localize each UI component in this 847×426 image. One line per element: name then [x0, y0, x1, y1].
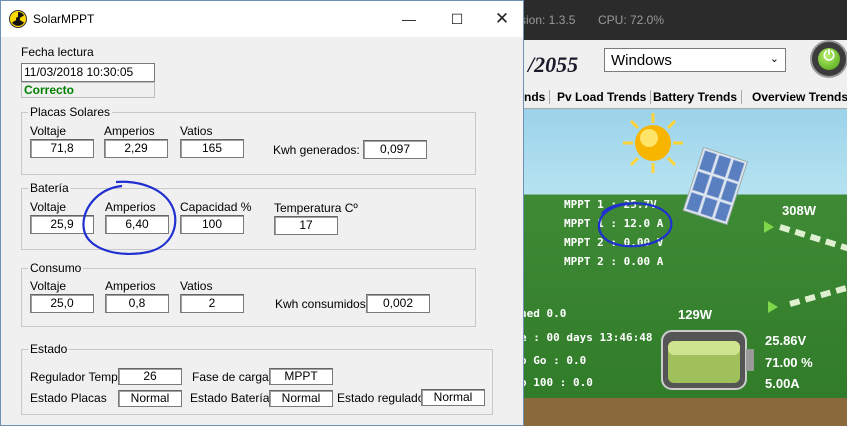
background-app-window: sion: 1.3.5 CPU: 72.0% /2055 Windows ⌄ ⏻…	[520, 0, 847, 426]
bateria-amperios-label: Amperios	[105, 200, 156, 214]
solar-panel-icon	[682, 147, 749, 226]
regulador-temp-field[interactable]: 26	[118, 368, 182, 385]
mppt2-current: MPPT 2 : 0.00 A	[564, 255, 664, 268]
placas-voltaje-label: Voltaje	[30, 124, 67, 138]
pv-power-label: 308W	[782, 203, 816, 218]
battery-power-label: 129W	[678, 307, 712, 322]
os-select-value: Windows	[611, 52, 672, 69]
app-logo-fragment: /2055	[528, 52, 579, 77]
estado-regulador-field[interactable]: Normal	[421, 389, 485, 406]
sun-icon	[623, 113, 683, 173]
kwh-generados-field[interactable]: 0,097	[363, 140, 427, 159]
scene-line-100: o 100 : 0.0	[520, 376, 593, 389]
consumo-amperios-label: Amperios	[105, 279, 156, 293]
tab-pv-load-trends[interactable]: Pv Load Trends	[553, 90, 652, 104]
solarmppt-window: SolarMPPT — ☐ ✕ Fecha lectura 11/03/2018…	[0, 0, 524, 426]
minimize-icon[interactable]: —	[399, 9, 419, 29]
kwh-generados-label: Kwh generados:	[273, 143, 360, 157]
status-field: Correcto	[21, 82, 155, 98]
placas-vatios-label: Vatios	[180, 124, 213, 138]
bateria-capacidad-label: Capacidad %	[180, 200, 252, 214]
ground-strip	[520, 398, 847, 426]
close-icon[interactable]: ✕	[492, 9, 512, 29]
bateria-temperatura-label: Temperatura Cº	[274, 201, 358, 215]
group-title: Consumo	[28, 261, 84, 275]
battery-percent-label: 71.00 %	[765, 355, 813, 370]
kwh-consumidos-label: Kwh consumidos:	[275, 297, 370, 311]
placas-amperios-field[interactable]: 2,29	[104, 139, 168, 158]
bateria-voltaje-field[interactable]: 25,9	[30, 215, 94, 234]
consumo-vatios-label: Vatios	[180, 279, 213, 293]
mppt1-voltage: MPPT 1 : 25.7V	[564, 198, 657, 211]
os-select-dropdown[interactable]: Windows ⌄	[604, 48, 786, 72]
kwh-consumidos-field[interactable]: 0,002	[366, 294, 430, 313]
fecha-lectura-label: Fecha lectura	[21, 45, 94, 59]
regulador-temp-label: Regulador Temp.	[30, 370, 122, 384]
fase-carga-field[interactable]: MPPT	[269, 368, 333, 385]
version-label: sion: 1.3.5	[520, 13, 576, 27]
placas-voltaje-field[interactable]: 71,8	[30, 139, 94, 158]
tab-overview-trends[interactable]: Overview Trends	[748, 90, 847, 104]
estado-bateria-label: Estado Batería	[190, 391, 270, 405]
background-status-bar: sion: 1.3.5 CPU: 72.0%	[520, 0, 847, 40]
title-bar: SolarMPPT — ☐ ✕	[1, 1, 523, 37]
bateria-capacidad-field[interactable]: 100	[180, 215, 244, 234]
placas-amperios-label: Amperios	[104, 124, 155, 138]
scene-line-1: ned 0.0	[520, 307, 567, 320]
fase-carga-label: Fase de carga:	[192, 370, 273, 384]
group-title: Placas Solares	[28, 105, 113, 119]
scene-line-uptime: e : 00 days 13:46:48	[520, 331, 653, 344]
chevron-down-icon: ⌄	[769, 53, 779, 65]
estado-placas-field[interactable]: Normal	[118, 390, 182, 407]
mppt2-voltage: MPPT 2 : 0.00 V	[564, 236, 664, 249]
power-flow-lines	[764, 221, 847, 313]
mppt1-current: MPPT 1 : 12.0 A	[564, 217, 664, 230]
radiation-icon	[9, 10, 27, 28]
estado-regulador-label: Estado regulador	[337, 391, 429, 405]
consumo-vatios-field[interactable]: 2	[180, 294, 244, 313]
bateria-temperatura-field[interactable]: 17	[274, 216, 338, 235]
estado-placas-label: Estado Placas	[30, 391, 107, 405]
battery-icon	[661, 330, 754, 390]
group-title: Batería	[28, 181, 71, 195]
battery-current-label: 5.00A	[765, 376, 800, 391]
maximize-icon[interactable]: ☐	[447, 9, 467, 29]
cpu-label: CPU: 72.0%	[598, 13, 665, 27]
placas-vatios-field[interactable]: 165	[180, 139, 244, 158]
power-button[interactable]: ⏻	[810, 40, 847, 78]
trends-tab-bar: nds Pv Load Trends Battery Trends Overvi…	[520, 88, 847, 109]
system-overview-scene: MPPT 1 : 25.7V MPPT 1 : 12.0 A MPPT 2 : …	[520, 109, 847, 426]
tab-battery-trends[interactable]: Battery Trends	[649, 90, 743, 104]
fecha-lectura-field[interactable]: 11/03/2018 10:30:05	[21, 63, 155, 82]
window-title: SolarMPPT	[33, 12, 95, 26]
battery-voltage-label: 25.86V	[765, 333, 807, 348]
estado-bateria-field[interactable]: Normal	[269, 390, 333, 407]
consumo-amperios-field[interactable]: 0,8	[105, 294, 169, 313]
bateria-voltaje-label: Voltaje	[30, 200, 67, 214]
scene-line-go: o Go : 0.0	[520, 354, 587, 367]
consumo-voltaje-label: Voltaje	[30, 279, 67, 293]
group-title: Estado	[28, 342, 70, 356]
bateria-amperios-field[interactable]: 6,40	[105, 215, 169, 234]
tab-trends-partial[interactable]: nds	[520, 90, 551, 104]
consumo-voltaje-field[interactable]: 25,0	[30, 294, 94, 313]
